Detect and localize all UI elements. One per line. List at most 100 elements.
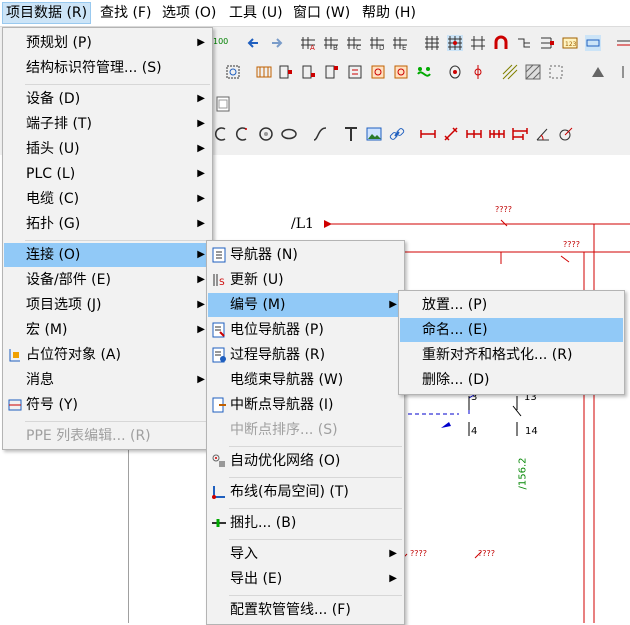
menu-item-project-options[interactable]: 项目选项 (J) ▶: [4, 293, 211, 317]
menu-project-data[interactable]: 项目数据 (R): [2, 2, 92, 24]
menu-item-interruption-point-navigator[interactable]: 中断点导航器 (I): [208, 393, 403, 417]
menu-item-update[interactable]: S 更新 (U): [208, 268, 403, 292]
plc-icon[interactable]: [347, 64, 363, 80]
network-icon[interactable]: [539, 35, 555, 51]
menu-item-name[interactable]: 命名... (E): [400, 318, 623, 342]
cable-icon[interactable]: [416, 64, 432, 80]
bundle-icon: [212, 519, 226, 527]
connection-point-icon[interactable]: [370, 64, 386, 80]
link-icon[interactable]: [389, 126, 405, 142]
menu-item-navigator[interactable]: 导航器 (N): [208, 243, 403, 267]
menu-item-numbering[interactable]: 编号 (M) ▶: [208, 293, 403, 317]
circle-icon[interactable]: [258, 126, 274, 142]
plug-female-icon[interactable]: [324, 64, 340, 80]
more-icon[interactable]: [620, 64, 630, 80]
menu-item-devices[interactable]: 设备 (D) ▶: [4, 87, 211, 111]
text-icon[interactable]: [343, 126, 359, 142]
menu-tools[interactable]: 工具 (U): [226, 3, 286, 23]
plug-male-icon[interactable]: [301, 64, 317, 80]
menu-item-auto-optimize-network[interactable]: 自动优化网络 (O): [208, 449, 403, 473]
line-tool-icon[interactable]: [616, 35, 630, 51]
routing-icon: [212, 486, 225, 499]
dimension-chain-icon[interactable]: [466, 126, 482, 142]
placeholder-label-2: ????: [563, 240, 580, 249]
potential-point-icon[interactable]: [470, 64, 486, 80]
back-arrow-icon[interactable]: [246, 35, 262, 51]
grid-a-icon[interactable]: A: [300, 35, 316, 51]
terminal-icon[interactable]: [256, 64, 272, 80]
connection-point-alt-icon[interactable]: [393, 64, 409, 80]
menu-item-routing-layout-space[interactable]: 布线(布局空间) (T): [208, 480, 403, 504]
menu-item-topology[interactable]: 拓扑 (G) ▶: [4, 212, 211, 236]
dotted-box-icon[interactable]: [548, 64, 564, 80]
shield-icon[interactable]: [447, 64, 463, 80]
dimension-radius-icon[interactable]: [558, 126, 574, 142]
menu-separator: [229, 595, 402, 596]
ellipse-icon[interactable]: [281, 126, 297, 142]
page-icon[interactable]: [215, 96, 231, 112]
triangle-icon[interactable]: [590, 64, 606, 80]
connection-symbol-icon[interactable]: [516, 35, 532, 51]
menu-find[interactable]: 查找 (F): [97, 3, 154, 23]
menu-item-plugs[interactable]: 插头 (U) ▶: [4, 137, 211, 161]
menu-item-plc[interactable]: PLC (L) ▶: [4, 162, 211, 186]
menu-item-macros[interactable]: 宏 (M) ▶: [4, 318, 211, 342]
menu-item-process-navigator[interactable]: 过程导航器 (R): [208, 343, 403, 367]
placeholder-label-3: ????: [410, 549, 427, 558]
submenu-arrow-icon: ▶: [389, 573, 397, 584]
dimension-icon[interactable]: [420, 126, 436, 142]
grid-c-icon[interactable]: C: [346, 35, 362, 51]
page-number-icon[interactable]: 123: [562, 35, 578, 51]
arc-3-point-icon[interactable]: [234, 126, 250, 142]
l1-label: /L1: [291, 216, 314, 232]
menu-item-delete[interactable]: 删除... (D): [400, 368, 623, 392]
menu-item-import[interactable]: 导入 ▶: [208, 542, 403, 566]
menu-item-potential-navigator[interactable]: 电位导航器 (P): [208, 318, 403, 342]
dimension-aligned-icon[interactable]: [443, 126, 459, 142]
menu-item-messages[interactable]: 消息 ▶: [4, 368, 211, 392]
menu-item-symbols[interactable]: 符号 (Y): [4, 393, 211, 417]
menu-item-placeholder-objects[interactable]: 占位符对象 (A): [4, 343, 211, 367]
menu-item-devices-parts[interactable]: 设备/部件 (E) ▶: [4, 268, 211, 292]
crosshair-icon[interactable]: [470, 35, 486, 51]
menu-item-connections[interactable]: 连接 (O) ▶: [4, 243, 211, 267]
menu-item-terminal-strips[interactable]: 端子排 (T) ▶: [4, 112, 211, 136]
arc-icon[interactable]: [213, 126, 229, 142]
svg-text:E: E: [402, 44, 406, 51]
menu-item-configure-hose-lines[interactable]: 配置软管管线... (F): [208, 598, 403, 622]
image-icon[interactable]: [366, 126, 382, 142]
menu-item-cables[interactable]: 电缆 (C) ▶: [4, 187, 211, 211]
svg-text:D: D: [379, 44, 384, 51]
menu-window[interactable]: 窗口 (W): [290, 3, 353, 23]
menu-item-place[interactable]: 放置... (P): [400, 293, 623, 317]
forward-arrow-icon[interactable]: [268, 35, 284, 51]
grid-icon[interactable]: [424, 35, 440, 51]
dimension-continuous-icon[interactable]: [489, 126, 505, 142]
submenu-arrow-icon: ▶: [389, 548, 397, 559]
menu-item-export[interactable]: 导出 (E) ▶: [208, 567, 403, 591]
menu-item-bundle[interactable]: 捆扎... (B): [208, 511, 403, 535]
menu-item-structure-identifier[interactable]: 结构标识符管理... (S): [4, 56, 211, 80]
menu-help[interactable]: 帮助 (H): [359, 3, 419, 23]
magnet-icon[interactable]: [493, 35, 509, 51]
grid-d-icon[interactable]: D: [369, 35, 385, 51]
grid-b-icon[interactable]: B: [323, 35, 339, 51]
menu-options[interactable]: 选项 (O): [159, 3, 219, 23]
dimension-baseline-icon[interactable]: [512, 126, 528, 142]
menu-item-cable-harness-navigator[interactable]: 电缆束导航器 (W): [208, 368, 403, 392]
device-select-icon[interactable]: [225, 64, 241, 80]
grid-e-icon[interactable]: E: [392, 35, 408, 51]
menu-item-realign-format[interactable]: 重新对齐和格式化... (R): [400, 343, 623, 367]
hatch-fill-icon[interactable]: [525, 64, 541, 80]
snap-grid-icon[interactable]: [447, 35, 463, 51]
submenu-arrow-icon: ▶: [389, 299, 397, 310]
menu-item-interruption-point-sort: 中断点排序... (S): [230, 422, 338, 438]
dimension-angle-icon[interactable]: [535, 126, 551, 142]
hatch-icon[interactable]: [502, 64, 518, 80]
spline-icon[interactable]: [312, 126, 328, 142]
zoom-100-icon[interactable]: 100: [213, 37, 233, 53]
plug-icon[interactable]: [278, 64, 294, 80]
menu-item-preplanning[interactable]: 预规划 (P) ▶: [4, 31, 211, 55]
zoom-window-icon[interactable]: [585, 35, 601, 51]
svg-text:S: S: [219, 278, 225, 288]
